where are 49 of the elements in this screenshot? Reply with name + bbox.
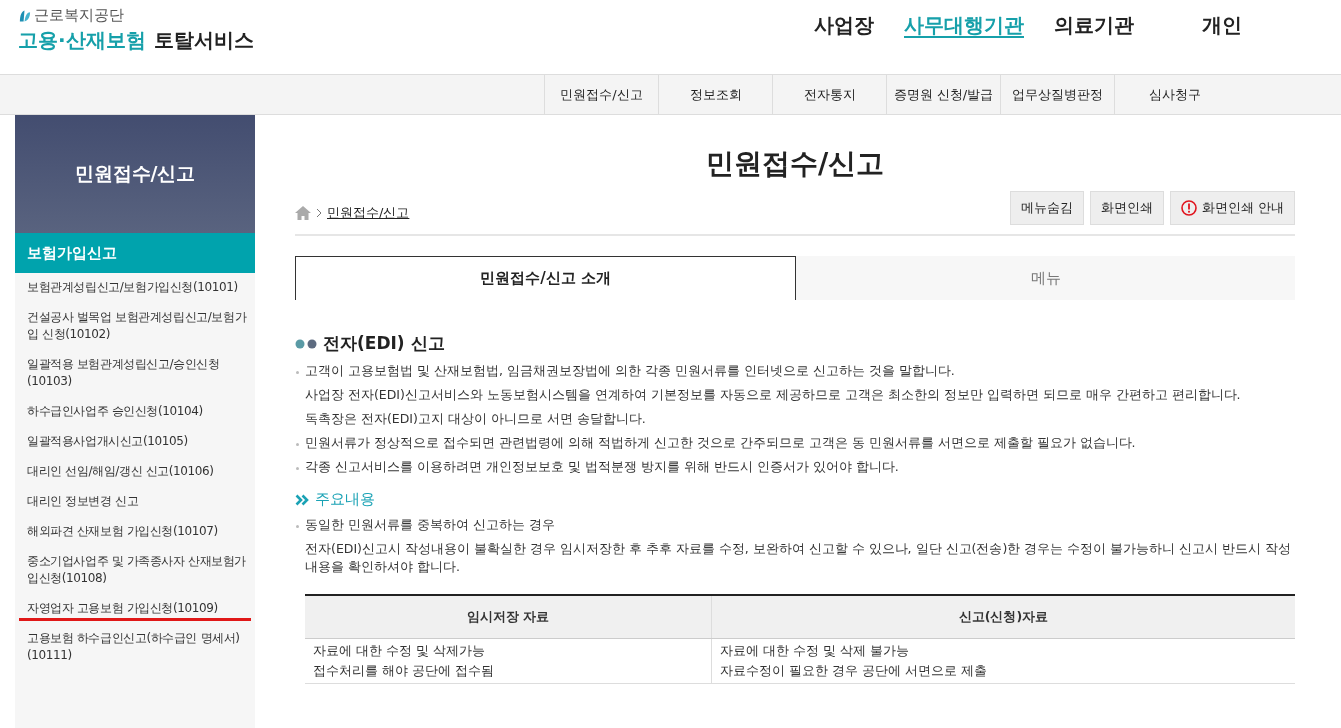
bullet-text: 고객이 고용보험법 및 산재보험법, 임금채권보장법에 의한 각종 민원서류를 인터넷으로 신고하는 것을 말합니다. bbox=[305, 362, 956, 380]
print-guide-button[interactable]: 화면인쇄 안내 bbox=[1169, 191, 1295, 225]
breadcrumb-link[interactable]: 민원접수/신고 bbox=[327, 204, 410, 222]
sidebar-item[interactable]: 해외파견 산재보험 가입신청(10107) bbox=[19, 523, 251, 544]
tab[interactable]: 메뉴 bbox=[796, 256, 1295, 300]
alert-icon bbox=[1180, 200, 1197, 216]
section-heading: 전자(EDI) 신고 bbox=[323, 332, 445, 355]
column-header: 신고(신청)자료 bbox=[711, 595, 1295, 639]
bullet-text: 사업장 전자(EDI)신고서비스와 노동보험시스템을 연계하여 기본정보를 자동으로 제공하므로 고객은 최소한의 정보만 입력하면 되므로 매우 간편하고 편리합니다. bbox=[305, 386, 1242, 404]
bullet-text: 독촉장은 전자(EDI)고지 대상이 아니므로 서면 송달합니다. bbox=[305, 410, 647, 428]
table-cell: 자료에 대한 수정 및 삭제 불가능 자료수정이 필요한 경우 공단에 서면으로 제출 bbox=[711, 638, 1295, 684]
table-cell: 자료에 대한 수정 및 삭제가능 접수처리를 해야 공단에 접수됨 bbox=[305, 638, 712, 684]
sidebar-item[interactable]: 하수급인사업주 승인신청(10104) bbox=[19, 403, 251, 424]
bullet-text: 민원서류가 정상적으로 접수되면 관련법령에 의해 적법하게 신고한 것으로 간주되므로 고객은 동 민원서류를 서면으로 제출할 필요가 없습니다. bbox=[305, 434, 1137, 452]
tab[interactable]: 민원접수/신고 소개 bbox=[295, 256, 796, 300]
sidebar-item[interactable]: 고용보험 하수급인신고(하수급인 명세서)(10111) bbox=[19, 630, 251, 668]
home-icon[interactable] bbox=[295, 206, 311, 220]
toolbar-button[interactable]: 화면인쇄 bbox=[1089, 191, 1164, 225]
sub-nav-link[interactable]: 업무상질병판정 bbox=[1000, 75, 1114, 114]
sidebar-item[interactable]: 대리인 선임/해임/갱신 신고(10106) bbox=[19, 463, 251, 484]
sidebar-item[interactable]: 일괄적용 보험관계성립신고/승인신청(10103) bbox=[19, 356, 251, 394]
chevron-icon bbox=[316, 208, 322, 218]
sidebar-item[interactable]: 일괄적용사업개시신고(10105) bbox=[19, 433, 251, 454]
bullet-text: 전자(EDI)신고시 작성내용이 불확실한 경우 임시저장한 후 추후 자료를 수정, 보완하여 신고할 수 있으나, 일단 신고(전송)한 경우는 수정이 불가능하니 신고시 반드시 작성내용을 확인하셔야 합니다. bbox=[305, 540, 1293, 576]
toolbar-button[interactable]: 메뉴숨김 bbox=[1009, 191, 1084, 225]
sub-nav-link[interactable]: 심사청구 bbox=[1114, 75, 1235, 114]
sub-nav-link[interactable]: 정보조회 bbox=[658, 75, 772, 114]
sidebar-title: 민원접수/신고 bbox=[15, 115, 255, 233]
top-nav-link[interactable]: 사업장 bbox=[814, 12, 874, 40]
sub-nav-link[interactable]: 민원접수/신고 bbox=[544, 75, 658, 114]
double-chevron-icon bbox=[295, 493, 309, 506]
sidebar-item[interactable]: 대리인 정보변경 신고 bbox=[19, 493, 251, 514]
sub-nav-link[interactable]: 증명원 신청/발급 bbox=[886, 75, 1000, 114]
site-title-suffix[interactable]: 토탈서비스 bbox=[153, 27, 254, 54]
column-header: 임시저장 자료 bbox=[305, 595, 712, 639]
bullet-text: 각종 신고서비스를 이용하려면 개인정보보호 및 법적분쟁 방지를 위해 반드시 인증서가 있어야 합니다. bbox=[305, 458, 900, 476]
sidebar-item[interactable]: 보험관계성립신고/보험가입신청(10101) bbox=[19, 279, 251, 300]
page-title: 민원접수/신고 bbox=[704, 146, 886, 182]
sidebar-item[interactable]: 건설공사 벌목업 보험관계성립신고/보험가입 신청(10102) bbox=[19, 309, 251, 347]
organization-name: 근로복지공단 bbox=[34, 6, 124, 25]
top-nav-link[interactable]: 개인 bbox=[1202, 12, 1242, 40]
logo-icon bbox=[18, 8, 31, 23]
sidebar-item[interactable]: 자영업자 고용보험 가입신청(10109) bbox=[19, 600, 251, 621]
dots-icon bbox=[295, 338, 317, 349]
sub-nav-link[interactable]: 전자통지 bbox=[772, 75, 886, 114]
subsection-heading: 주요내용 bbox=[315, 490, 375, 509]
sidebar-item[interactable]: 중소기업사업주 및 가족종사자 산재보험가입신청(10108) bbox=[19, 553, 251, 591]
top-nav-link[interactable]: 의료기관 bbox=[1054, 12, 1134, 40]
bullet-text: 동일한 민원서류를 중복하여 신고하는 경우 bbox=[305, 516, 556, 534]
